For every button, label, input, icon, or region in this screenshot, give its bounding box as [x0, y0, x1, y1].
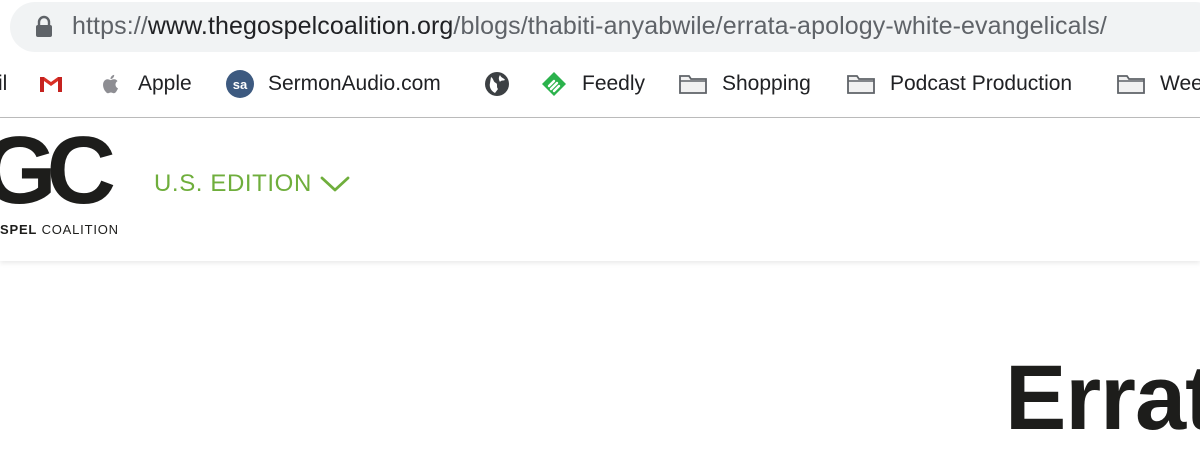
url-scheme: https:// [72, 12, 148, 40]
bookmark-label: Podcast Production [890, 72, 1073, 95]
bookmark-label: Feedly [582, 72, 646, 95]
gmail-icon [40, 77, 62, 92]
bookmark-folder-shopping[interactable]: Shopping [678, 62, 811, 106]
folder-icon [847, 75, 875, 94]
address-bar[interactable]: https://www.thegospelcoalition.org/blogs… [10, 2, 1200, 52]
folder-icon [1117, 75, 1145, 94]
logo-subtitle: SPEL COALITION [0, 222, 119, 237]
lock-icon[interactable] [34, 15, 54, 39]
bookmark-folder-wee[interactable]: Wee [1116, 62, 1200, 106]
bookmark-label: Apple [138, 72, 192, 95]
globe-icon [485, 72, 509, 96]
edition-label: U.S. EDITION [154, 170, 312, 197]
bookmark-feedly[interactable]: Feedly [540, 62, 645, 106]
site-header: GC SPEL COALITION U.S. EDITION [0, 118, 1200, 261]
bookmarks-bar: il Apple sa SermonAudio.com Feedly Shopp… [0, 62, 1200, 106]
bookmark-apple[interactable]: Apple [98, 62, 192, 106]
bookmark-folder-podcast[interactable]: Podcast Production [846, 62, 1072, 106]
svg-text:sa: sa [233, 77, 248, 92]
url-host: www.thegospelcoalition.org [147, 12, 454, 40]
bookmark-label: il [0, 72, 8, 95]
logo-sub-rest: COALITION [37, 222, 119, 237]
bookmark-gmail[interactable] [38, 62, 78, 106]
feedly-icon [542, 72, 566, 96]
bookmark-globe[interactable] [484, 62, 524, 106]
bookmark-sermonaudio[interactable]: sa SermonAudio.com [226, 62, 441, 106]
bookmark-label: Wee [1160, 72, 1200, 95]
bookmark-label: SermonAudio.com [268, 72, 441, 95]
folder-icon [679, 75, 707, 94]
bookmark-label: Shopping [722, 72, 811, 95]
edition-selector[interactable]: U.S. EDITION [154, 170, 350, 198]
logo-sub-bold: SPEL [0, 222, 38, 237]
url-path: /blogs/thabiti-anyabwile/errata-apology-… [453, 12, 1107, 40]
tgc-logo[interactable]: GC [0, 123, 116, 219]
article-title: Errat [1005, 347, 1200, 449]
bookmark-gmail-fragment[interactable]: il [0, 62, 7, 106]
chevron-down-icon [320, 176, 350, 192]
sermonaudio-icon: sa [226, 70, 254, 98]
url-text[interactable]: https://www.thegospelcoalition.org/blogs… [72, 12, 1107, 41]
apple-icon [103, 74, 118, 94]
